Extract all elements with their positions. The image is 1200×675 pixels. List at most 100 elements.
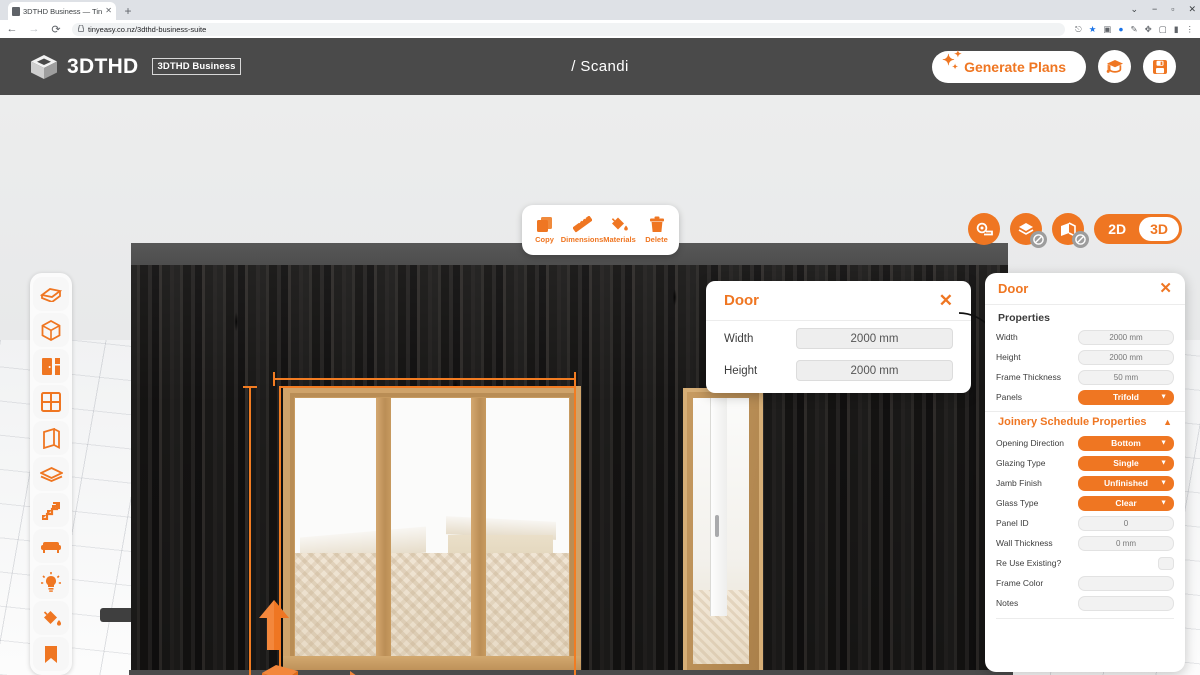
- panel-id-input[interactable]: 0: [1078, 515, 1174, 531]
- dimension-outline-top: [279, 386, 576, 388]
- sidebar-item-lighting[interactable]: [33, 565, 69, 599]
- width-label: Width: [996, 332, 1018, 342]
- viewport-3d[interactable]: Copy Dimensions Materials Delete 2D 3D D…: [0, 95, 1200, 675]
- opening-direction-select[interactable]: Bottom ▼: [1078, 435, 1174, 451]
- property-row-width: Width 2000 mm: [985, 327, 1185, 347]
- sidebar-item-stairs[interactable]: [33, 493, 69, 527]
- generate-plans-label: Generate Plans: [964, 58, 1066, 75]
- width-input[interactable]: 2000 mm: [796, 328, 953, 349]
- sidebar-item-room[interactable]: [33, 313, 69, 347]
- profile-icon[interactable]: ▮: [1174, 24, 1179, 35]
- move-base-gizmo-handle[interactable]: [262, 665, 298, 675]
- sidebar-item-roof[interactable]: [33, 457, 69, 491]
- favicon: [12, 6, 20, 16]
- door-mullion: [471, 398, 486, 656]
- chevron-down-icon: ▼: [1160, 479, 1167, 487]
- sidebar-item-furniture[interactable]: [33, 529, 69, 563]
- copy-icon: [537, 217, 552, 232]
- view-controls: 2D 3D: [968, 213, 1182, 248]
- door-dialog[interactable]: Door ✕ Width 2000 mm Height 2000 mm: [706, 281, 971, 393]
- glazing-type-value: Single: [1113, 458, 1139, 468]
- window-maximize-button[interactable]: ▫: [1171, 4, 1174, 14]
- close-icon[interactable]: ✕: [1159, 281, 1172, 296]
- notes-label: Notes: [996, 598, 1019, 608]
- generate-plans-button[interactable]: ✦ ✦ ✦ Generate Plans: [932, 49, 1086, 83]
- door-dialog-height-row: Height 2000 mm: [706, 356, 971, 385]
- joinery-heading: Joinery Schedule Properties: [998, 416, 1147, 428]
- tab-3d[interactable]: 3D: [1139, 217, 1179, 241]
- dimension-line-left: [249, 387, 251, 675]
- hide-roof-button[interactable]: [1010, 213, 1048, 248]
- properties-panel[interactable]: Door ✕ Properties Width 2000 mm Height 2…: [985, 273, 1185, 672]
- tab-2d[interactable]: 2D: [1097, 217, 1137, 241]
- width-label: Width: [724, 332, 754, 345]
- camera-icon[interactable]: ▣: [1103, 24, 1111, 35]
- dimensions-button[interactable]: Dimensions: [561, 216, 603, 244]
- materials-button[interactable]: Materials: [601, 216, 638, 244]
- property-row-jamb-finish: Jamb Finish Unfinished ▼: [985, 473, 1185, 493]
- bifold-door-object[interactable]: [283, 386, 581, 675]
- eyedropper-icon[interactable]: ✎: [1131, 24, 1138, 35]
- sidebar-item-bookmarks[interactable]: [33, 637, 69, 671]
- window-controls: ⌄ − ▫ ✕: [1130, 0, 1196, 18]
- panels-select[interactable]: Trifold ▼: [1078, 389, 1174, 405]
- glass-type-select[interactable]: Clear ▼: [1078, 495, 1174, 511]
- forward-button[interactable]: →: [28, 23, 40, 35]
- joinery-section-header[interactable]: Joinery Schedule Properties ▲: [985, 411, 1185, 433]
- sidebar-item-window[interactable]: [33, 385, 69, 419]
- tab-close-icon[interactable]: ✕: [105, 7, 112, 15]
- chevron-down-icon: ▼: [1160, 499, 1167, 507]
- new-tab-button[interactable]: +: [120, 3, 136, 19]
- wall-thickness-input[interactable]: 0 mm: [1078, 535, 1174, 551]
- hide-walls-button[interactable]: [1052, 213, 1090, 248]
- chevron-up-icon[interactable]: ▲: [1163, 417, 1172, 427]
- properties-panel-header: Door ✕: [985, 273, 1185, 305]
- glazing-type-select[interactable]: Single ▼: [1078, 455, 1174, 471]
- height-input[interactable]: 2000 mm: [1078, 349, 1174, 365]
- reload-button[interactable]: ⟳: [50, 23, 62, 36]
- bookmark-star-icon[interactable]: ★: [1089, 24, 1097, 35]
- share-icon[interactable]: ⎋: [1075, 24, 1082, 35]
- back-button[interactable]: ←: [6, 23, 18, 35]
- browser-tab[interactable]: 3DTHD Business — Tiny Easy - T ✕: [8, 2, 116, 20]
- interior-floor: [295, 552, 569, 656]
- reuse-existing-checkbox[interactable]: [1158, 556, 1174, 570]
- sidepanel-icon[interactable]: ▢: [1159, 24, 1167, 35]
- height-input[interactable]: 2000 mm: [796, 360, 953, 381]
- copy-button[interactable]: Copy: [526, 216, 563, 244]
- window-chevron-icon[interactable]: ⌄: [1130, 4, 1138, 15]
- address-bar[interactable]: tinyeasy.co.nz/3dthd-business-suite: [72, 22, 1065, 36]
- puzzle-icon[interactable]: ✥: [1145, 24, 1152, 35]
- glass-type-label: Glass Type: [996, 498, 1039, 508]
- entry-door-object[interactable]: [683, 388, 763, 675]
- close-icon[interactable]: ✕: [939, 292, 953, 309]
- move-up-gizmo-arrow[interactable]: [258, 600, 290, 655]
- frame-color-input[interactable]: [1078, 575, 1174, 591]
- menu-icon[interactable]: ⋮: [1186, 24, 1195, 35]
- learn-button[interactable]: [1098, 50, 1131, 83]
- chevron-down-icon: ▼: [1160, 393, 1167, 401]
- sidebar-item-wall[interactable]: [33, 421, 69, 455]
- window-minimize-button[interactable]: −: [1152, 4, 1157, 14]
- property-row-opening-direction: Opening Direction Bottom ▼: [985, 433, 1185, 453]
- window-close-button[interactable]: ✕: [1188, 4, 1196, 15]
- camera-view-button[interactable]: [968, 213, 1001, 245]
- delete-button[interactable]: Delete: [638, 216, 675, 244]
- browser-toolbar: ← → ⟳ tinyeasy.co.nz/3dthd-business-suit…: [0, 20, 1200, 38]
- width-input[interactable]: 2000 mm: [1078, 329, 1174, 345]
- save-button[interactable]: [1143, 50, 1176, 83]
- notes-input[interactable]: [1078, 595, 1174, 611]
- stairs-icon: [42, 501, 60, 520]
- sidebar-item-foundation[interactable]: [33, 277, 69, 311]
- view-dimension-toggle[interactable]: 2D 3D: [1094, 214, 1182, 244]
- sidebar-item-materials[interactable]: [33, 601, 69, 635]
- foundation-icon: [40, 288, 62, 302]
- jamb-finish-select[interactable]: Unfinished ▼: [1078, 475, 1174, 491]
- frame-thickness-input[interactable]: 50 mm: [1078, 369, 1174, 385]
- height-label: Height: [996, 352, 1021, 362]
- sidebar-item-door[interactable]: [33, 349, 69, 383]
- graduation-cap-icon: [1106, 60, 1123, 73]
- globe-icon[interactable]: ●: [1118, 24, 1123, 34]
- door-dialog-header: Door ✕: [706, 281, 971, 321]
- property-row-glazing-type: Glazing Type Single ▼: [985, 453, 1185, 473]
